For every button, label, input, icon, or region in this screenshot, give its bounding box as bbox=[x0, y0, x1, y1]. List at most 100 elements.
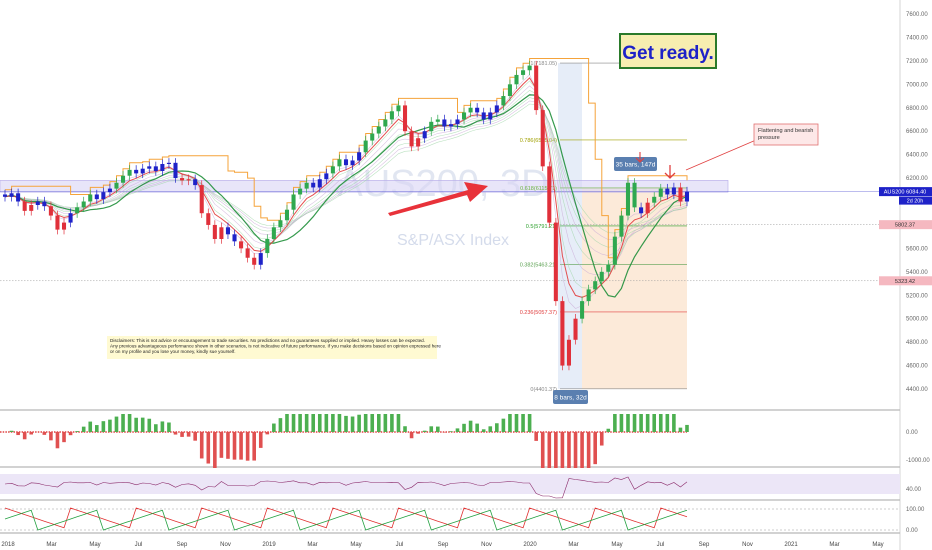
candle bbox=[370, 133, 375, 141]
y-tick-label: 6200.00 bbox=[906, 176, 928, 182]
indicator-panes: 0.00 -1000.00 40.00 100.00 0.00 bbox=[0, 414, 930, 534]
y-tick-label: 5000.00 bbox=[906, 317, 928, 323]
x-tick-label: Sep bbox=[177, 542, 188, 548]
candle bbox=[534, 65, 539, 111]
candle bbox=[278, 220, 283, 228]
candle bbox=[442, 119, 447, 127]
headline-box[interactable]: Get ready. bbox=[619, 33, 717, 69]
candle bbox=[409, 131, 414, 147]
y-tick-label: 4400.00 bbox=[906, 387, 928, 393]
candle bbox=[416, 138, 421, 147]
bars-range-bottom[interactable]: 8 bars, 32d bbox=[553, 390, 588, 404]
candle bbox=[462, 112, 467, 120]
candle bbox=[160, 164, 165, 172]
candle bbox=[527, 65, 532, 71]
candle bbox=[232, 234, 237, 242]
x-tick-label: 2021 bbox=[784, 542, 798, 548]
candle bbox=[684, 191, 690, 202]
candle bbox=[632, 182, 637, 208]
indicator-tick: -1000.00 bbox=[906, 458, 930, 464]
bars-range-bottom-text: 8 bars, 32d bbox=[554, 395, 587, 402]
candle bbox=[140, 168, 145, 174]
candle bbox=[580, 301, 585, 319]
price-tag-text: 5323.42 bbox=[895, 279, 915, 285]
candle bbox=[658, 188, 663, 197]
y-tick-label: 7600.00 bbox=[906, 12, 928, 18]
candle bbox=[468, 107, 473, 113]
price-tag-text: 5802.37 bbox=[895, 223, 915, 229]
x-tick-label: Jul bbox=[396, 542, 404, 548]
indicator-tick: 0.00 bbox=[906, 528, 918, 534]
y-tick-label: 5200.00 bbox=[906, 293, 928, 299]
candle bbox=[9, 193, 14, 197]
candle bbox=[606, 264, 611, 272]
candle bbox=[16, 193, 21, 202]
candle bbox=[134, 169, 139, 174]
x-tick-label: May bbox=[89, 542, 100, 548]
fib-level-label: 0.618(6115.71) bbox=[520, 186, 557, 192]
candle bbox=[376, 126, 381, 134]
candle bbox=[678, 187, 683, 202]
indicator-tick: 0.00 bbox=[906, 430, 918, 436]
candle bbox=[599, 271, 604, 282]
stoch-line-red bbox=[4, 507, 688, 529]
fib-level-label: 0.236(5057.37) bbox=[520, 310, 557, 316]
candle bbox=[330, 166, 335, 174]
y-tick-label: 7200.00 bbox=[906, 59, 928, 65]
candle bbox=[94, 194, 99, 200]
callout-line: pressure bbox=[758, 135, 780, 141]
candle bbox=[389, 111, 394, 120]
candle bbox=[193, 179, 198, 186]
candle bbox=[343, 159, 349, 166]
candle bbox=[586, 289, 591, 302]
candle bbox=[521, 70, 526, 75]
disclaimer-line: Disclaimers: This is not advice or encou… bbox=[110, 338, 425, 343]
candle bbox=[547, 166, 552, 223]
candle bbox=[566, 339, 571, 366]
candle bbox=[127, 169, 132, 176]
candle bbox=[35, 201, 40, 206]
disclaimer-line: or on my profile and you lose your money… bbox=[110, 349, 236, 354]
candle bbox=[402, 105, 408, 132]
candle bbox=[625, 182, 631, 216]
x-tick-label: Nov bbox=[742, 542, 753, 548]
countdown-text: 2d 20h bbox=[907, 199, 924, 205]
x-tick-label: 2019 bbox=[262, 542, 276, 548]
candle bbox=[540, 110, 545, 167]
y-tick-label: 4800.00 bbox=[906, 340, 928, 346]
x-tick-label: Jul bbox=[135, 542, 143, 548]
watermark-name: S&P/ASX Index bbox=[397, 232, 509, 249]
y-tick-label: 6400.00 bbox=[906, 153, 928, 159]
x-tick-label: 2018 bbox=[1, 542, 15, 548]
candle bbox=[206, 213, 211, 225]
x-tick-label: Sep bbox=[699, 542, 710, 548]
x-tick-label: Nov bbox=[481, 542, 492, 548]
candle bbox=[652, 196, 657, 203]
candle bbox=[81, 201, 86, 208]
x-tick-label: May bbox=[350, 542, 361, 548]
indicator-tick: 100.00 bbox=[906, 507, 925, 513]
candle bbox=[107, 188, 112, 193]
y-tick-label: 5400.00 bbox=[906, 270, 928, 276]
candle bbox=[317, 179, 322, 188]
y-tick-label: 7400.00 bbox=[906, 35, 928, 41]
candle bbox=[173, 162, 178, 179]
candle bbox=[29, 205, 34, 211]
x-tick-label: Mar bbox=[46, 542, 56, 548]
candle bbox=[114, 182, 119, 189]
chart-canvas: AUS200, 3D S&P/ASX Index 1(7181.05)0.786… bbox=[0, 0, 932, 550]
candle bbox=[245, 248, 250, 258]
x-tick-label: Sep bbox=[438, 542, 449, 548]
candle bbox=[455, 119, 460, 125]
candle bbox=[271, 227, 276, 239]
candle bbox=[252, 257, 257, 265]
price-tag-text: AUS200 6084.40 bbox=[884, 190, 927, 196]
candle bbox=[304, 182, 309, 189]
candle bbox=[258, 253, 263, 265]
candle bbox=[265, 239, 270, 254]
candle bbox=[101, 192, 106, 200]
candle bbox=[291, 194, 296, 210]
candle bbox=[199, 185, 204, 214]
candle bbox=[48, 206, 53, 216]
bars-range-top[interactable]: 35 bars, 147d bbox=[614, 157, 657, 171]
